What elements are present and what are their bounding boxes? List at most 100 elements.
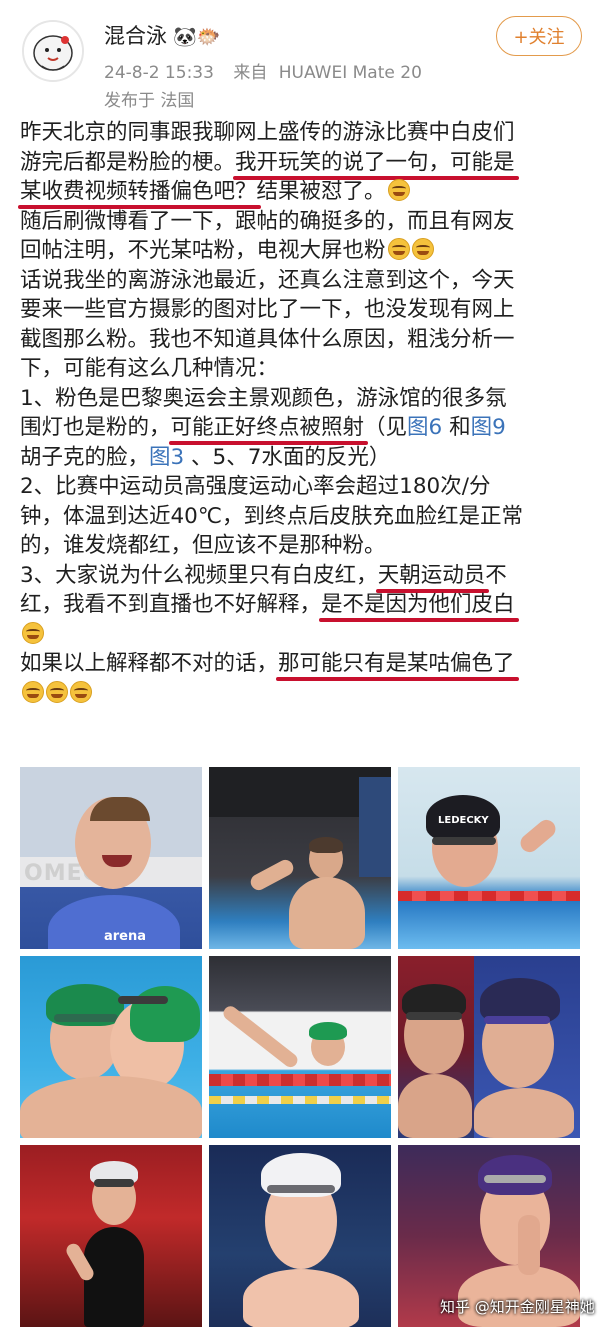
underlined-text: 天朝运动员 [377, 562, 486, 588]
laughing-emoji-icon [22, 621, 44, 644]
post-time: 24-8-2 15:33 [104, 63, 214, 83]
post-text: 下，可能有这么几种情况： [20, 356, 279, 381]
swimmer-torso [474, 1088, 574, 1138]
post-text: 游完后都是粉脸的梗。 [20, 149, 236, 175]
post-text: 截图那么粉。我也不知道具体什么原因，粗浅分析一 [20, 326, 515, 352]
goggles [406, 1012, 462, 1020]
cap-name: LEDECKY [438, 815, 489, 826]
post-line: 话说我坐的离游泳池最近，还真么注意到这个，今天 [20, 266, 588, 296]
embrace [20, 1076, 202, 1138]
swimmer-torso [289, 877, 365, 949]
goggles [484, 1175, 546, 1183]
swimmer-torso [398, 1074, 472, 1138]
underlined-text: 是不是因为他们皮白 [321, 592, 515, 617]
post-line: 2、比赛中运动员高强度运动心率会超过180次/分 [20, 472, 588, 502]
swim-cap [309, 1022, 347, 1040]
post-line: 3、大家说为什么视频里只有白皮红，天朝运动员不 [20, 561, 588, 591]
post-text: 钟，体温到达近40℃，到终点后皮肤充血脸红是正常 [20, 503, 524, 529]
username[interactable]: 混合泳 🐼🐡 [104, 20, 220, 50]
post-line: 的，谁发烧都红，但应该不是那种粉。 [20, 531, 588, 561]
crying-emoji-icon [46, 680, 68, 703]
photo-5[interactable] [209, 956, 391, 1138]
source-prefix: 来自 [233, 63, 268, 83]
post-line: 下，可能有这么几种情况： [20, 354, 588, 384]
swim-cap [130, 986, 200, 1042]
post-text: 结果被怼了。 [256, 179, 386, 204]
post-text: 围灯也是粉的， [20, 415, 171, 440]
crying-emoji-icon [22, 680, 44, 703]
post-text: 红，我看不到直播也不好解释， [20, 592, 322, 617]
post-text: 如果以上解释都不对的话， [20, 651, 279, 676]
goggles [54, 1014, 118, 1022]
zhihu-watermark: 知乎 @知开金刚星神她 [440, 1298, 595, 1316]
underlined-text: 某收费视频转播偏色吧？ [20, 179, 257, 204]
post-line: 回帖注明，不光某咕粉，电视大屏也粉 [20, 236, 588, 266]
follow-button[interactable]: +关注 [496, 16, 582, 56]
goggles [94, 1179, 134, 1187]
post-text: 随后刷微博看了一下，跟帖的确挺多的，而且有网友 [20, 208, 515, 234]
post-text: 、5、7水面的反光） [184, 444, 391, 470]
username-emoji-badges: 🐼🐡 [173, 26, 221, 48]
post-text: 的，谁发烧都红，但应该不是那种粉。 [20, 533, 386, 558]
post-header: 混合泳 🐼🐡 24-8-2 15:33 来自 HUAWEI Mate 20 发布于… [0, 0, 600, 120]
post-text: 3、大家说为什么视频里只有白皮红， [20, 562, 378, 588]
post-line [20, 620, 588, 650]
goggles [267, 1185, 335, 1193]
username-text[interactable]: 混合泳 [104, 24, 167, 48]
goggles [118, 996, 168, 1004]
laughing-emoji-icon [387, 238, 410, 260]
photo-8[interactable] [209, 1145, 391, 1327]
post-line: 随后刷微博看了一下，跟帖的确挺多的，而且有网友 [20, 207, 588, 237]
arena-logo: arena [104, 929, 147, 944]
post-line: 昨天北京的同事跟我聊网上盛传的游泳比赛中白皮们 [20, 118, 588, 148]
posted-location: 发布于 法国 [104, 91, 195, 111]
post-line: 胡子克的脸，图3 、5、7水面的反光） [20, 443, 588, 473]
post-text: 和 [442, 415, 471, 440]
underlined-text: 可能正好终点被照射 [170, 415, 365, 440]
device-name[interactable]: HUAWEI Mate 20 [279, 63, 422, 83]
avatar-cartoon-icon [24, 22, 82, 80]
photo-1[interactable]: OMEGA arena [20, 767, 202, 949]
image-3-link[interactable]: 图3 [149, 445, 184, 470]
post-body: 昨天北京的同事跟我聊网上盛传的游泳比赛中白皮们 游完后都是粉脸的梗。我开玩笑的说… [20, 118, 588, 708]
laughing-emoji-icon [387, 179, 410, 201]
crying-emoji-icon [70, 680, 92, 703]
laughing-emoji-icon [411, 238, 434, 260]
post-line: 如果以上解释都不对的话，那可能只有是某咕偏色了 [20, 649, 588, 679]
post-text: 昨天北京的同事跟我聊网上盛传的游泳比赛中白皮们 [20, 120, 515, 145]
post-line: 1、粉色是巴黎奥运会主景观颜色，游泳馆的很多氛 [20, 384, 588, 414]
image-6-link[interactable]: 图6 [407, 415, 442, 440]
swimmer-torso [243, 1269, 359, 1327]
goggles [484, 1016, 550, 1024]
post-meta: 24-8-2 15:33 来自 HUAWEI Mate 20 [104, 58, 422, 83]
post-line: 钟，体温到达近40℃，到终点后皮肤充血脸红是正常 [20, 502, 588, 532]
photo-3[interactable]: LEDECKY [398, 767, 580, 949]
post-text: 回帖注明，不光某咕粉，电视大屏也粉 [20, 238, 386, 263]
photo-4[interactable] [20, 956, 202, 1138]
underlined-text: 我开玩笑的说了一句，可能是 [235, 149, 515, 175]
post-text: 胡子克的脸， [20, 444, 150, 470]
underlined-text: 那可能只有是某咕偏色了 [278, 651, 515, 676]
post-text: （见 [364, 415, 408, 440]
lane-rope [398, 891, 580, 901]
post-line: 围灯也是粉的，可能正好终点被照射（见图6 和图9 [20, 413, 588, 443]
user-avatar[interactable] [22, 20, 84, 82]
swimsuit [84, 1227, 144, 1327]
post-line: 截图那么粉。我也不知道具体什么原因，粗浅分析一 [20, 325, 588, 355]
image-9-link[interactable]: 图9 [471, 415, 506, 440]
post-line [20, 679, 588, 709]
swim-cap [309, 837, 343, 853]
photo-6[interactable] [398, 956, 580, 1138]
post-text: 不 [485, 562, 507, 588]
post-line: 游完后都是粉脸的梗。我开玩笑的说了一句，可能是 [20, 148, 588, 178]
post-text: 2、比赛中运动员高强度运动心率会超过180次/分 [20, 474, 491, 499]
post-line: 某收费视频转播偏色吧？结果被怼了。 [20, 177, 588, 207]
lane-rope [209, 1096, 391, 1104]
photo-7[interactable] [20, 1145, 202, 1327]
lane-rope [209, 1074, 391, 1086]
photo-2[interactable] [209, 767, 391, 949]
post-line: 红，我看不到直播也不好解释，是不是因为他们皮白 [20, 590, 588, 620]
post-text: 话说我坐的离游泳池最近，还真么注意到这个，今天 [20, 267, 515, 293]
post-text: 1、粉色是巴黎奥运会主景观颜色，游泳馆的很多氛 [20, 385, 507, 411]
goggles [432, 837, 496, 845]
